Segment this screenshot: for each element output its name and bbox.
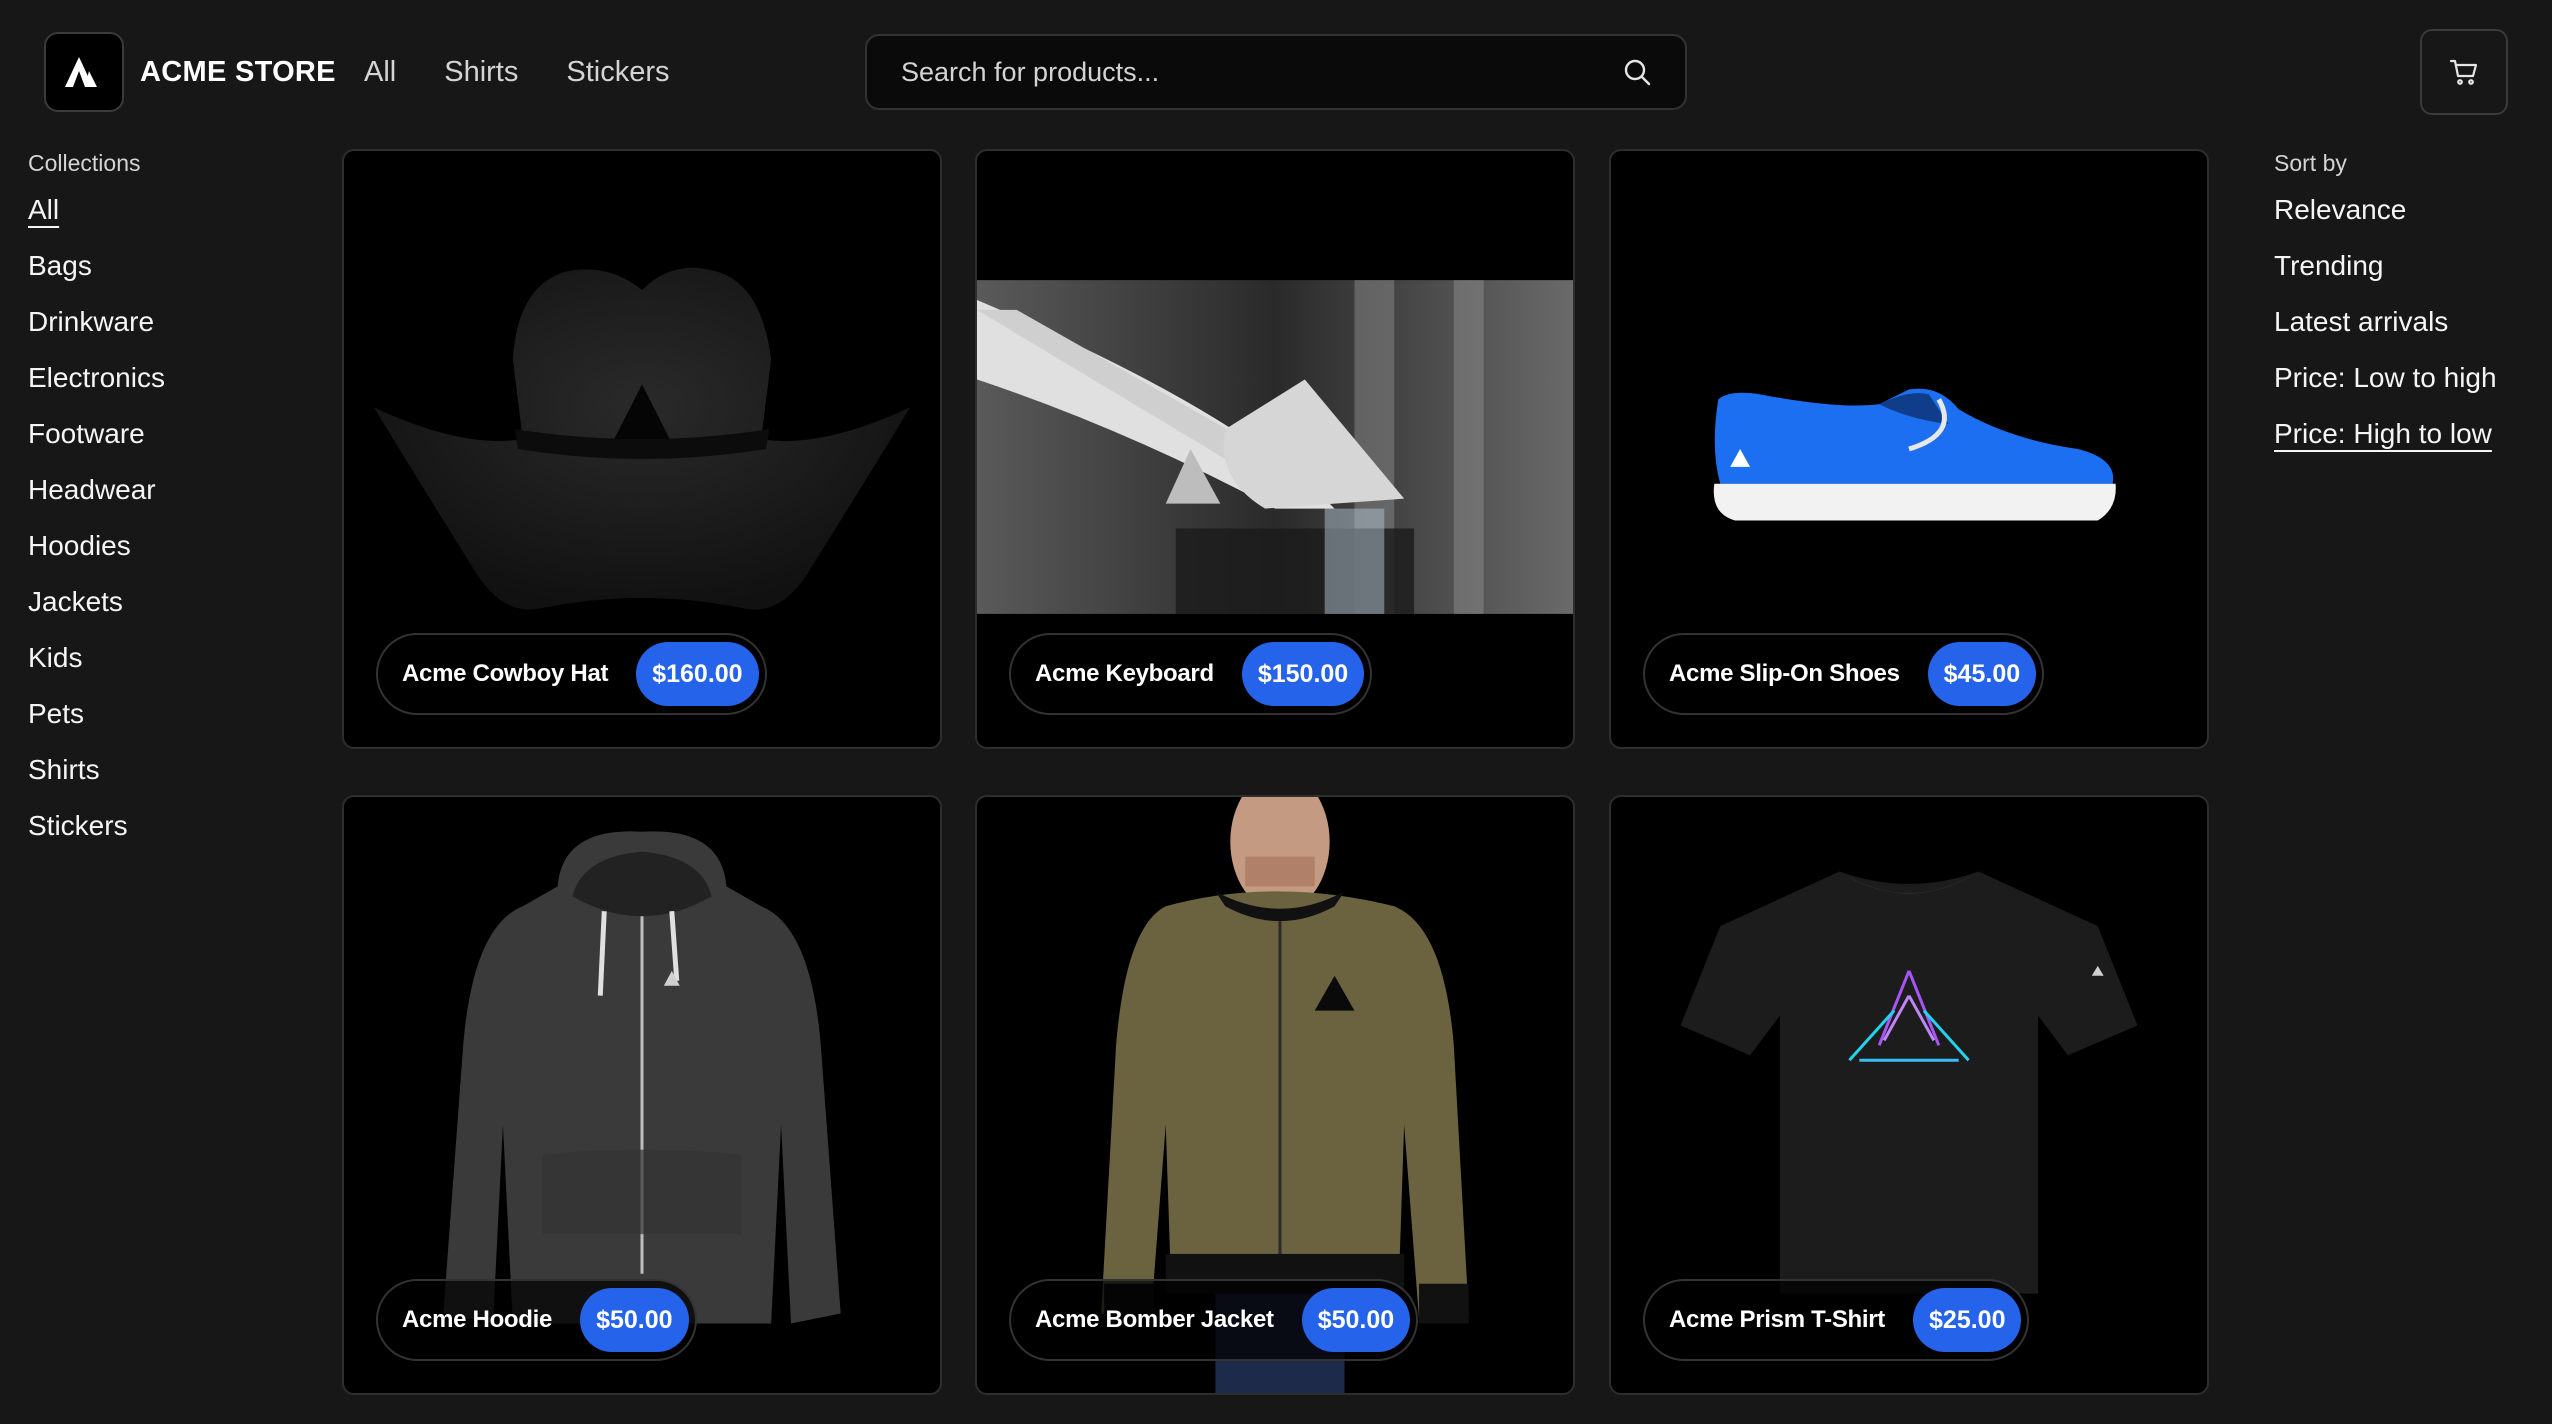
sort-price-high-low[interactable]: Price: High to low (2274, 416, 2544, 472)
product-name: Acme Hoodie (402, 1306, 553, 1333)
product-card-cowboy-hat[interactable]: Acme Cowboy Hat $160.00 (342, 149, 942, 749)
product-card-keyboard[interactable]: Acme Keyboard $150.00 (975, 149, 1575, 749)
collections-sidebar: Collections All Bags Drinkware Electroni… (28, 148, 328, 864)
collection-hoodies[interactable]: Hoodies (28, 528, 328, 584)
product-card-hoodie[interactable]: Acme Hoodie $50.00 (342, 795, 942, 1395)
logo-button[interactable] (44, 32, 124, 112)
product-price: $50.00 (580, 1288, 689, 1352)
product-name: Acme Bomber Jacket (1035, 1306, 1274, 1333)
top-nav: All Shirts Stickers (364, 53, 670, 91)
collection-footware[interactable]: Footware (28, 416, 328, 472)
collection-pets[interactable]: Pets (28, 696, 328, 752)
collections-title: Collections (28, 150, 141, 176)
collection-bags[interactable]: Bags (28, 248, 328, 304)
product-name: Acme Cowboy Hat (402, 660, 609, 687)
product-card-prism-t-shirt[interactable]: Acme Prism T-Shirt $25.00 (1609, 795, 2209, 1395)
product-label: Acme Prism T-Shirt $25.00 (1643, 1279, 2030, 1361)
collection-drinkware[interactable]: Drinkware (28, 304, 328, 360)
product-price: $50.00 (1301, 1288, 1411, 1352)
product-name: Acme Keyboard (1035, 660, 1214, 687)
search-input[interactable] (899, 55, 1621, 89)
collection-electronics[interactable]: Electronics (28, 360, 328, 416)
sort-sidebar: Sort by Relevance Trending Latest arriva… (2274, 148, 2544, 472)
product-label: Acme Slip-On Shoes $45.00 (1643, 633, 2045, 715)
product-price: $25.00 (1913, 1288, 2022, 1352)
product-card-slip-on-shoes[interactable]: Acme Slip-On Shoes $45.00 (1609, 149, 2209, 749)
product-price: $150.00 (1241, 642, 1365, 706)
store-name[interactable]: ACME STORE (140, 53, 336, 91)
nav-link-all[interactable]: All (364, 53, 396, 91)
product-card-bomber-jacket[interactable]: Acme Bomber Jacket $50.00 (975, 795, 1575, 1395)
nav-link-stickers[interactable]: Stickers (566, 53, 669, 91)
product-name: Acme Prism T-Shirt (1669, 1306, 1886, 1333)
shopping-cart-icon (2449, 59, 2478, 85)
product-label: Acme Keyboard $150.00 (1009, 633, 1373, 715)
collection-kids[interactable]: Kids (28, 640, 328, 696)
sort-latest-arrivals[interactable]: Latest arrivals (2274, 304, 2544, 360)
sort-relevance[interactable]: Relevance (2274, 192, 2544, 248)
product-price: $160.00 (636, 642, 759, 706)
search-bar (865, 34, 1687, 110)
collection-headwear[interactable]: Headwear (28, 472, 328, 528)
product-label: Acme Cowboy Hat $160.00 (376, 633, 767, 715)
product-label: Acme Bomber Jacket $50.00 (1009, 1279, 1419, 1361)
sort-price-low-high[interactable]: Price: Low to high (2274, 360, 2544, 416)
sort-trending[interactable]: Trending (2274, 248, 2544, 304)
collection-all[interactable]: All (28, 192, 328, 248)
nav-link-shirts[interactable]: Shirts (444, 53, 518, 91)
product-name: Acme Slip-On Shoes (1669, 660, 1900, 687)
sort-title: Sort by (2274, 150, 2347, 176)
search-icon[interactable] (1621, 56, 1653, 88)
collection-shirts[interactable]: Shirts (28, 752, 328, 808)
product-price: $45.00 (1927, 642, 2037, 706)
collection-stickers[interactable]: Stickers (28, 808, 328, 864)
collection-jackets[interactable]: Jackets (28, 584, 328, 640)
product-label: Acme Hoodie $50.00 (376, 1279, 697, 1361)
cart-button[interactable] (2420, 29, 2508, 115)
acme-triangle-logo-icon (65, 57, 97, 87)
